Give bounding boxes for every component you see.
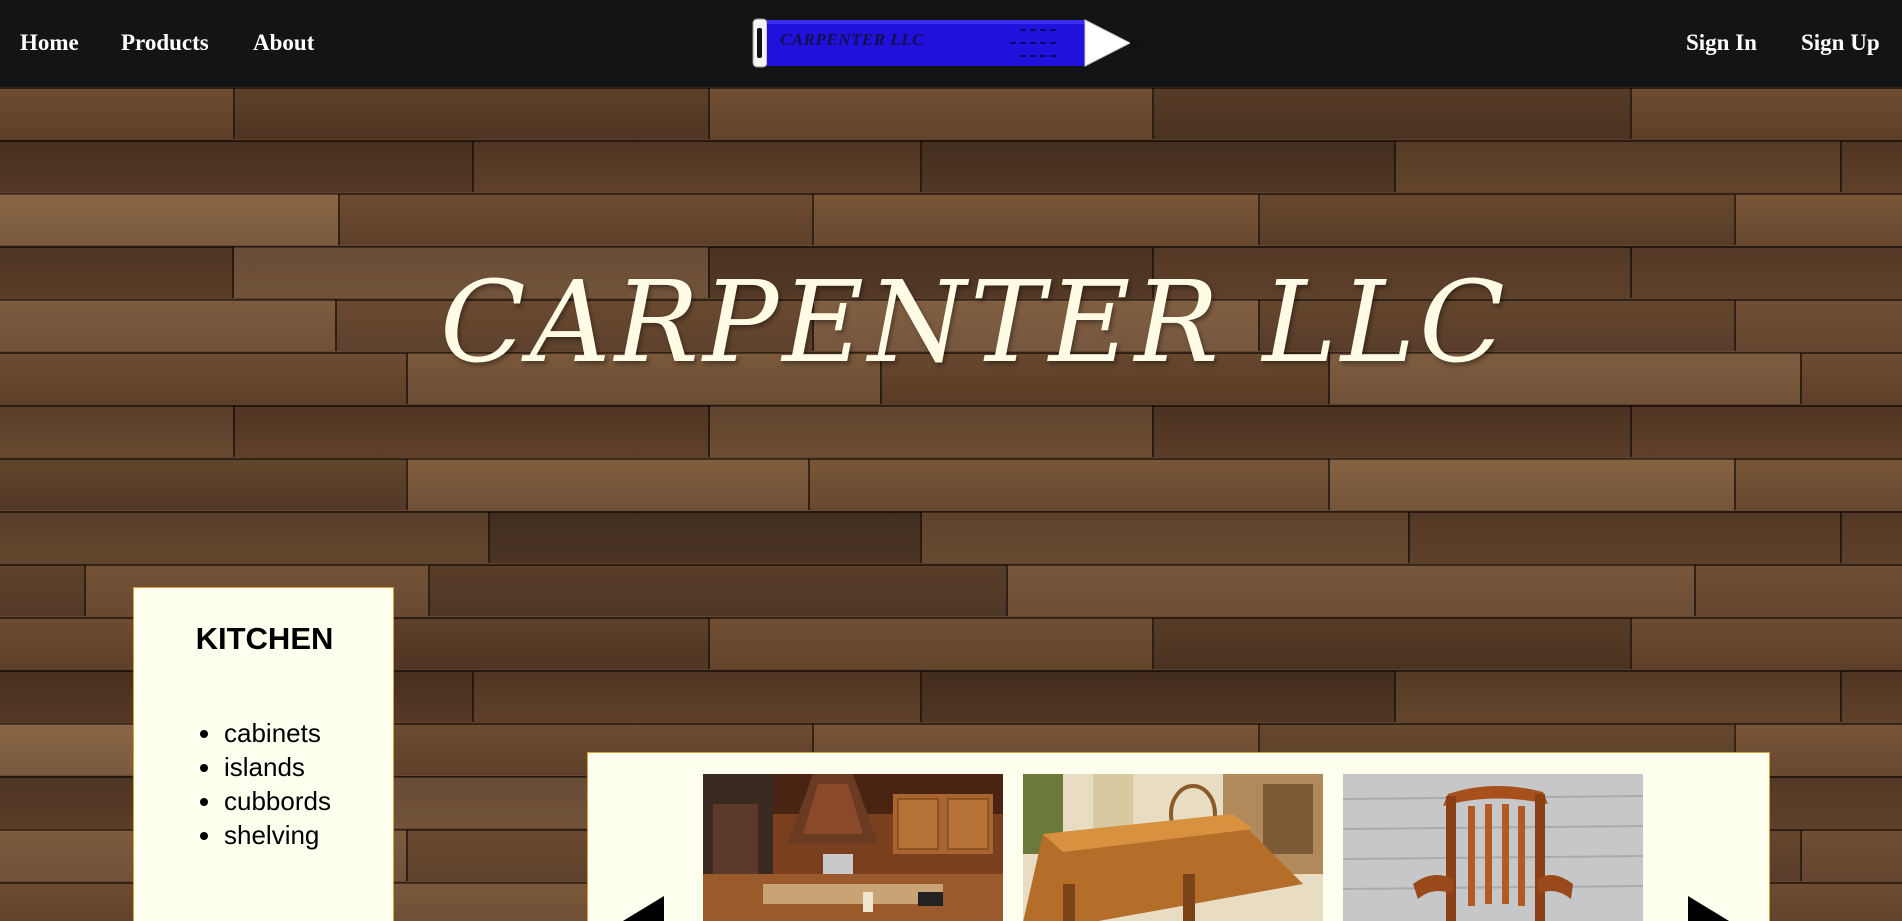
plank-seam [1800, 353, 1802, 404]
plank-board [340, 194, 812, 245]
plank-seam [1694, 565, 1696, 616]
category-card: KITCHEN cabinets islands cubbords shelvi… [133, 587, 394, 921]
plank-board [1330, 459, 1734, 510]
plank-seam [1630, 247, 1632, 298]
plank-board [0, 512, 488, 563]
list-item-label: islands [224, 752, 305, 782]
plank-board [922, 141, 1394, 192]
plank-seam [1734, 194, 1736, 245]
logo-text: CARPENTER LLC [780, 30, 924, 49]
sign-up-link[interactable]: Sign Up [1801, 29, 1880, 57]
plank-board [0, 565, 84, 616]
plank-board [235, 406, 708, 457]
category-list: cabinets islands cubbords shelving [200, 716, 331, 852]
plank-board [710, 88, 1152, 139]
bullet-icon [200, 798, 208, 806]
wooden-table-image[interactable] [1023, 774, 1323, 921]
plank-board [1154, 406, 1630, 457]
plank-seam [1630, 88, 1632, 139]
plank-board [710, 618, 1152, 669]
plank-seam [1734, 300, 1736, 351]
plank-seam [1840, 512, 1842, 563]
bullet-icon [200, 730, 208, 738]
plank-board [814, 194, 1258, 245]
plank-seam [1840, 671, 1842, 722]
carousel-next-arrow-icon[interactable] [1688, 896, 1734, 921]
plank-board [1154, 618, 1630, 669]
plank-board [0, 353, 406, 404]
plank-seam [1734, 459, 1736, 510]
plank-board [490, 512, 920, 563]
nav-products-link[interactable]: Products [121, 29, 209, 57]
sign-in-link[interactable]: Sign In [1686, 29, 1757, 57]
kitchen-interior-image[interactable] [703, 774, 1003, 921]
plank-board [922, 671, 1394, 722]
product-carousel [587, 752, 1770, 921]
list-item-label: cabinets [224, 718, 321, 748]
bullet-icon [200, 764, 208, 772]
plank-seam [1630, 618, 1632, 669]
plank-board [810, 459, 1328, 510]
plank-board [408, 459, 808, 510]
hero-title: CARPENTER LLC [440, 258, 1509, 388]
category-item-cabinets[interactable]: cabinets [200, 716, 331, 750]
category-item-shelving[interactable]: shelving [200, 818, 331, 852]
category-title: KITCHEN [195, 621, 334, 656]
category-item-islands[interactable]: islands [200, 750, 331, 784]
plank-board [1410, 512, 1840, 563]
list-item-label: cubbords [224, 786, 331, 816]
plank-board [1260, 194, 1734, 245]
plank-board [1396, 671, 1840, 722]
carousel-prev-arrow-icon[interactable] [618, 896, 664, 921]
plank-board [0, 406, 233, 457]
plank-seam [1630, 406, 1632, 457]
plank-board [0, 459, 406, 510]
plank-seam [1840, 141, 1842, 192]
plank-seam [1800, 830, 1802, 881]
plank-board [0, 194, 338, 245]
bullet-icon [200, 832, 208, 840]
plank-board [0, 141, 472, 192]
category-item-cubbords[interactable]: cubbords [200, 784, 331, 818]
plank-board [0, 247, 232, 298]
nav-about-link[interactable]: About [253, 29, 314, 57]
plank-board [710, 406, 1152, 457]
plank-board [474, 671, 920, 722]
top-navbar: Home Products About CARPENTER LLC Sign I… [0, 0, 1902, 87]
plank-board [430, 565, 1006, 616]
plank-board [1154, 88, 1630, 139]
plank-board [0, 88, 233, 139]
plank-board [1396, 141, 1840, 192]
list-item-label: shelving [224, 820, 320, 850]
plank-board [474, 141, 920, 192]
plank-board [235, 88, 708, 139]
plank-board [922, 512, 1408, 563]
plank-board [0, 300, 335, 351]
plank-board [1008, 565, 1694, 616]
rocking-chair-image[interactable] [1343, 774, 1643, 921]
nav-home-link[interactable]: Home [20, 29, 79, 57]
